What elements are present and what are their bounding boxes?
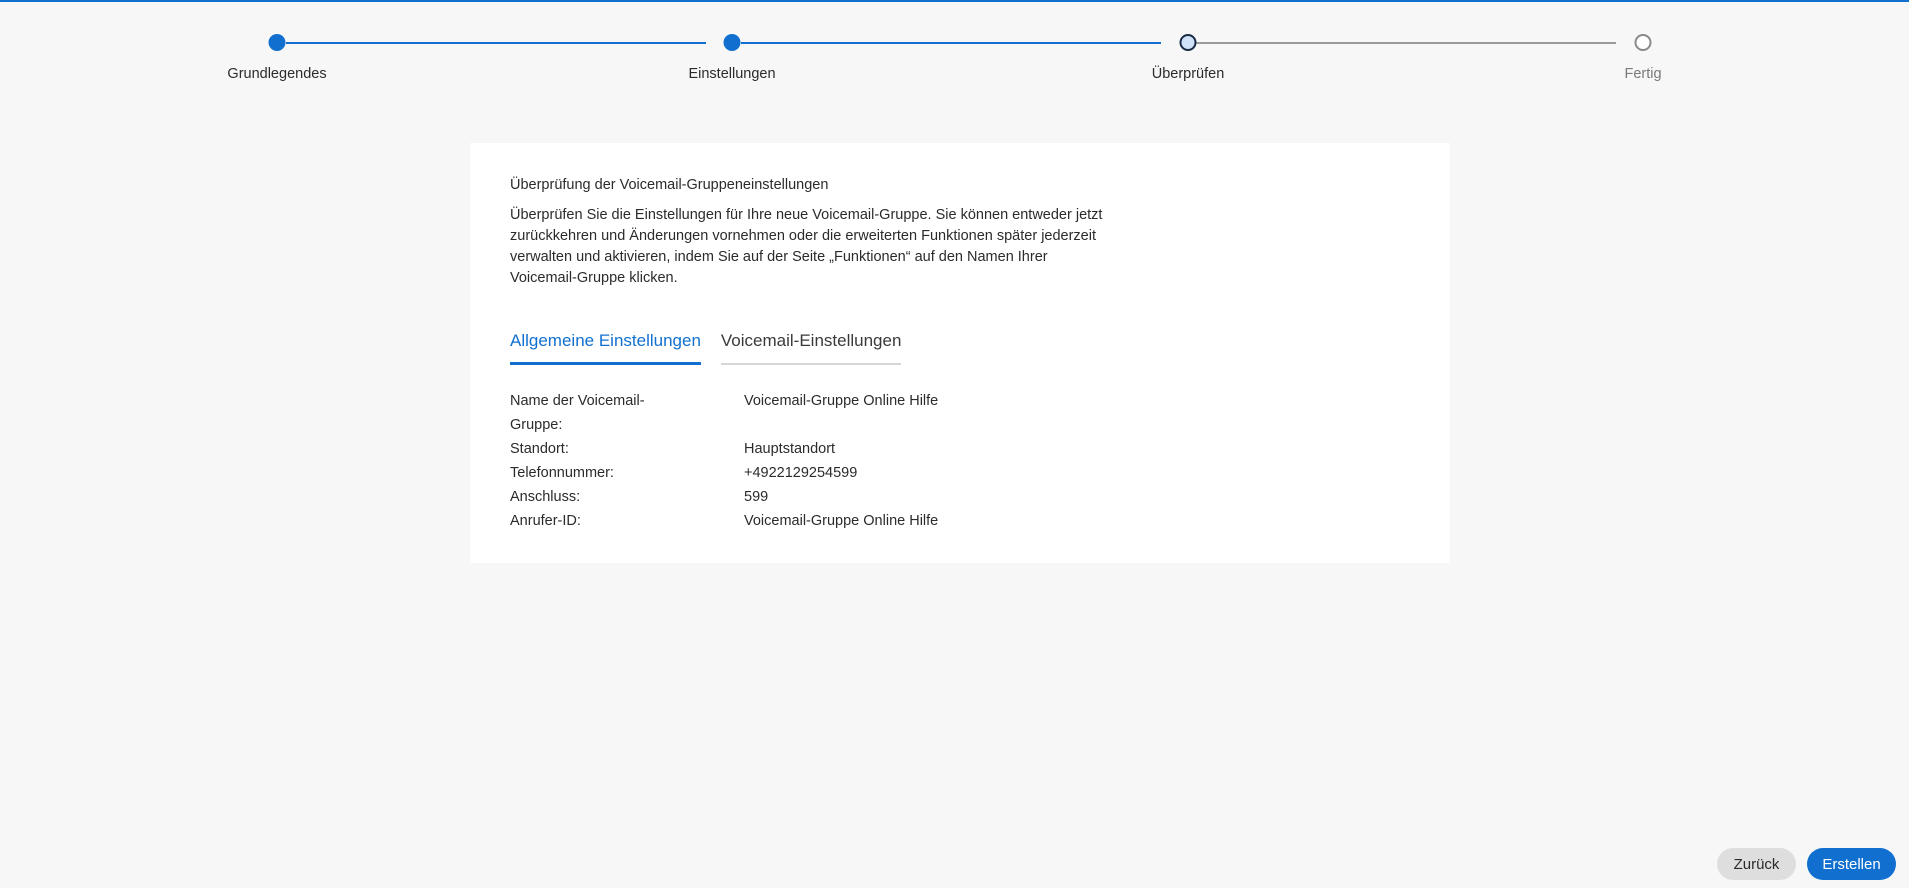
step-label-ueberpruefen: Überprüfen (1151, 66, 1225, 82)
detail-value: 599 (744, 489, 769, 505)
step-connector-2 (741, 42, 1161, 44)
detail-value: Hauptstandort (744, 441, 836, 457)
detail-row-extension: Anschluss: 599 (510, 485, 938, 509)
tab-general-settings[interactable]: Allgemeine Einstellungen (510, 331, 701, 365)
step-connector-3 (1196, 42, 1616, 44)
detail-label: Name der Voicemail-Gruppe: (510, 393, 645, 433)
detail-value: Voicemail-Gruppe Online Hilfe (744, 393, 939, 409)
card-description: Überprüfen Sie die Einstellungen für Ihr… (510, 207, 1103, 286)
step-label-grundlegendes: Grundlegendes (227, 66, 327, 82)
detail-row-phone: Telefonnummer: +4922129254599 (510, 461, 938, 485)
progress-stepper: Grundlegendes Einstellungen Überprüfen F… (0, 0, 1909, 100)
create-button[interactable]: Erstellen (1807, 848, 1896, 880)
step-label-fertig: Fertig (1624, 66, 1662, 82)
details-list: Name der Voicemail-Gruppe: Voicemail-Gru… (510, 389, 938, 533)
detail-value: Voicemail-Gruppe Online Hilfe (744, 513, 939, 529)
step-label-einstellungen: Einstellungen (688, 66, 776, 82)
step-dot-fertig (1634, 34, 1652, 51)
detail-label: Anrufer-ID: (510, 513, 581, 529)
back-button[interactable]: Zurück (1717, 848, 1796, 880)
step-dot-ueberpruefen (1179, 34, 1197, 51)
card-title: Überprüfung der Voicemail-Gruppeneinstel… (510, 177, 829, 193)
detail-row-group-name: Name der Voicemail-Gruppe: Voicemail-Gru… (510, 389, 938, 437)
step-connector-1 (286, 42, 706, 44)
detail-value: +4922129254599 (744, 465, 858, 481)
detail-label: Anschluss: (510, 489, 581, 505)
detail-row-caller-id: Anrufer-ID: Voicemail-Gruppe Online Hilf… (510, 509, 938, 533)
settings-tabs: Allgemeine Einstellungen Voicemail-Einst… (510, 331, 921, 365)
detail-label: Standort: (510, 441, 569, 457)
tab-voicemail-settings[interactable]: Voicemail-Einstellungen (720, 331, 902, 365)
step-dot-grundlegendes[interactable] (268, 34, 286, 51)
detail-label: Telefonnummer: (510, 465, 614, 481)
review-card: Überprüfung der Voicemail-Gruppeneinstel… (470, 143, 1450, 563)
step-dot-einstellungen[interactable] (723, 34, 741, 51)
detail-row-location: Standort: Hauptstandort (510, 437, 938, 461)
